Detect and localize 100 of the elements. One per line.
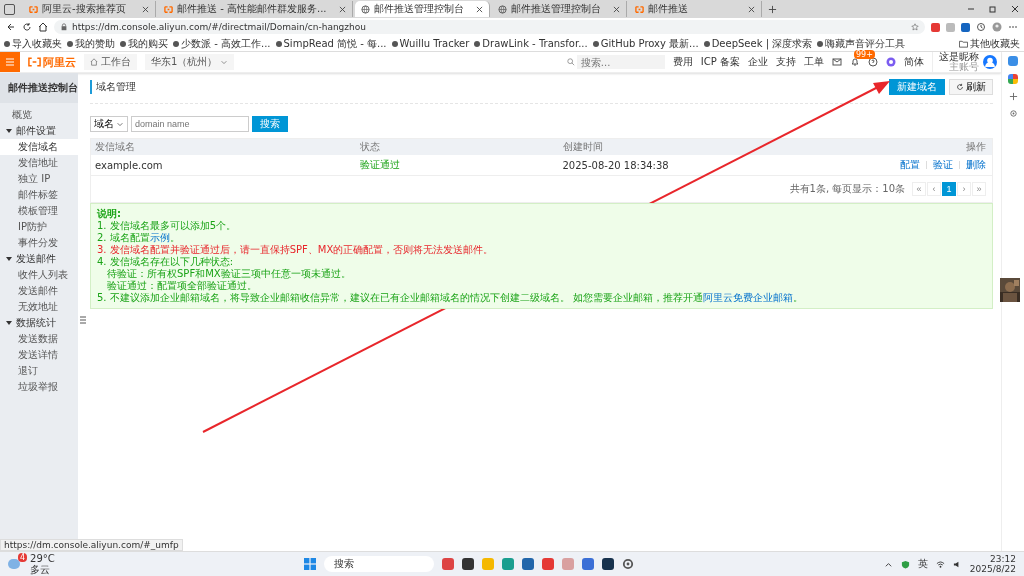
bookmark-link[interactable]: 我的赞助	[75, 36, 115, 51]
action-link[interactable]: 验证	[933, 158, 953, 172]
mail-icon[interactable]	[832, 57, 842, 67]
settings-icon[interactable]	[1008, 109, 1018, 118]
page-button[interactable]: ›	[957, 182, 971, 196]
header-link[interactable]: 企业	[748, 55, 768, 69]
user-name[interactable]: 这是昵称	[939, 52, 979, 62]
close-icon[interactable]	[1010, 4, 1020, 14]
search-field[interactable]: 搜索...	[576, 55, 665, 69]
bookmark-icon[interactable]	[592, 40, 599, 47]
bookmark-link[interactable]: Wuillu Tracker	[399, 38, 470, 49]
collapse-handle[interactable]	[79, 313, 86, 327]
action-link[interactable]: 配置	[900, 158, 920, 172]
close-icon[interactable]	[475, 5, 483, 13]
sidebar-group[interactable]: 发送邮件	[16, 252, 56, 266]
bookmark-link[interactable]: GitHub Proxy 最新...	[600, 36, 699, 51]
bookmark-icon[interactable]	[67, 40, 73, 47]
bookmark-folder[interactable]: 其他收藏夹	[970, 36, 1020, 51]
sidebar-group[interactable]: 数据统计	[16, 316, 56, 330]
caret-icon[interactable]	[6, 129, 12, 133]
new-tab-icon[interactable]	[767, 4, 777, 14]
close-icon[interactable]	[612, 5, 620, 13]
sidebar-group[interactable]: 邮件设置	[16, 124, 56, 138]
history-icon[interactable]	[976, 22, 986, 32]
refresh-button[interactable]: 刷新	[949, 79, 993, 95]
sidebar-item[interactable]: 发送邮件	[0, 283, 78, 299]
bell-icon[interactable]	[850, 57, 860, 67]
sidebar-item[interactable]: 发信域名	[0, 139, 78, 155]
page-button[interactable]: ‹	[927, 182, 941, 196]
note-link[interactable]: 阿里云免费企业邮箱	[702, 292, 793, 303]
input-method[interactable]: 英	[917, 557, 928, 571]
sidebar-item[interactable]: 垃圾举报	[0, 379, 78, 395]
close-icon[interactable]	[747, 5, 755, 13]
caret-icon[interactable]	[6, 257, 12, 261]
site-info-icon[interactable]	[60, 23, 68, 31]
start-icon[interactable]	[304, 558, 317, 570]
sidebar-item[interactable]: 事件分发	[0, 235, 78, 251]
logo-icon[interactable]	[28, 57, 41, 67]
browser-tab[interactable]: 邮件推送管理控制台	[354, 1, 490, 17]
restore-icon[interactable]	[988, 4, 998, 14]
workbench-button[interactable]: 工作台	[84, 54, 137, 70]
bookmark-link[interactable]: 嗨藏声音评分工具	[825, 36, 906, 51]
page-button[interactable]: »	[972, 182, 986, 196]
header-link[interactable]: 费用	[672, 55, 693, 69]
browser-tab[interactable]: 邮件推送管理控制台	[491, 1, 627, 17]
sidebar-item[interactable]: 收件人列表	[0, 267, 78, 283]
close-icon[interactable]	[142, 5, 149, 13]
help-icon[interactable]	[868, 57, 878, 67]
refresh-icon[interactable]	[22, 22, 32, 32]
bookmark-link[interactable]: DrawLink - Transfor...	[482, 38, 588, 49]
sidebar-item[interactable]: 发信地址	[0, 155, 78, 171]
home-icon[interactable]	[38, 22, 48, 32]
bookmark-link[interactable]: 我的购买	[128, 36, 168, 51]
profile-icon[interactable]	[992, 22, 1002, 32]
weather-icon[interactable]	[8, 559, 20, 569]
settings-icon[interactable]	[622, 558, 635, 570]
avatar-icon[interactable]	[983, 55, 997, 69]
language-link[interactable]: 简体	[904, 55, 924, 69]
add-icon[interactable]	[1008, 92, 1018, 101]
bookmark-icon[interactable]	[817, 40, 824, 47]
bookmark-icon[interactable]	[275, 40, 282, 47]
sidebar-item[interactable]: 模板管理	[0, 203, 78, 219]
header-link[interactable]: ICP 备案	[700, 55, 740, 69]
sidebar-item[interactable]: 邮件标签	[0, 187, 78, 203]
star-icon[interactable]	[911, 23, 919, 31]
region-dropdown[interactable]: 华东1（杭州）	[145, 54, 235, 70]
taskbar-app-icon[interactable]	[522, 558, 535, 570]
sidebar-item[interactable]: 发送详情	[0, 347, 78, 363]
page-button[interactable]: «	[912, 182, 926, 196]
taskbar-app-icon[interactable]	[602, 558, 615, 570]
action-link[interactable]: 删除	[966, 158, 986, 172]
bookmark-icon[interactable]	[391, 40, 398, 47]
sidebar-item[interactable]: 发送数据	[0, 331, 78, 347]
sidebar-item[interactable]: 退订	[0, 363, 78, 379]
browser-tab[interactable]: 阿里云-搜索推荐页	[23, 1, 156, 17]
browser-tab[interactable]: 邮件推送	[628, 1, 762, 17]
taskbar-app-icon[interactable]	[462, 558, 475, 570]
shield-icon[interactable]	[900, 559, 910, 569]
caret-icon[interactable]	[6, 321, 12, 325]
header-link[interactable]: 工单	[804, 55, 824, 69]
bookmark-link[interactable]: 导入收藏夹	[12, 36, 62, 51]
bookmark-icon[interactable]	[173, 40, 179, 47]
close-icon[interactable]	[338, 5, 346, 13]
back-icon[interactable]	[6, 22, 16, 32]
assistant-icon[interactable]	[886, 57, 896, 67]
bookmark-link[interactable]: SimpRead 简悦 - 每...	[283, 36, 387, 51]
header-link[interactable]: 支持	[776, 55, 796, 69]
browser-tab[interactable]: 邮件推送 - 高性能邮件群发服务...	[158, 1, 353, 17]
note-link[interactable]: 示例	[149, 232, 170, 243]
bookmark-link[interactable]: DeepSeek | 深度求索	[711, 36, 813, 51]
bookmark-icon[interactable]	[474, 40, 481, 47]
bookmark-icon[interactable]	[4, 40, 10, 47]
clock-date[interactable]: 2025/8/22	[969, 564, 1016, 574]
domain-field[interactable]: domain name	[131, 116, 249, 132]
bookmark-link[interactable]: 少数派 - 高效工作...	[181, 36, 271, 51]
wifi-icon[interactable]	[935, 559, 945, 569]
sidebar-item[interactable]: 独立 IP	[0, 171, 78, 187]
taskbar-search[interactable]: 搜索	[324, 556, 435, 572]
sidebar-item[interactable]: 概览	[0, 107, 78, 123]
sidebar-item[interactable]: 无效地址	[0, 299, 78, 315]
